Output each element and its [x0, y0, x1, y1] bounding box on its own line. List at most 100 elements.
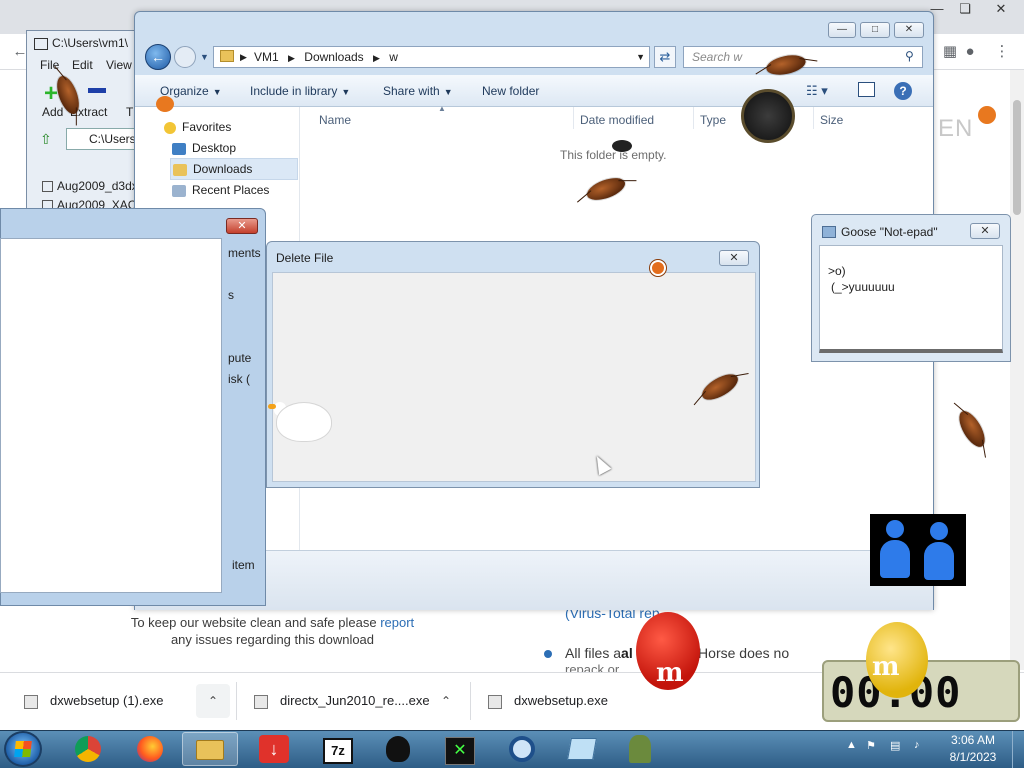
- delete-file-title: Delete File: [276, 251, 334, 265]
- 7zip-menu-view[interactable]: View: [106, 58, 132, 72]
- desktop-goose-icon: [276, 402, 332, 442]
- column-size[interactable]: Size: [820, 113, 843, 127]
- 7zip-add-button[interactable]: Add: [42, 105, 63, 119]
- 7zip-file-name: Aug2009_d3dx: [57, 179, 138, 193]
- organize-button[interactable]: Organize ▼: [160, 84, 222, 98]
- download-name: dxwebsetup (1).exe: [50, 693, 164, 708]
- explorer-maximize-button[interactable]: □: [860, 22, 890, 38]
- peek-text: item: [232, 558, 255, 572]
- explorer-minimize-button[interactable]: —: [828, 22, 856, 38]
- 7zip-file-row[interactable]: Aug2009_d3dx: [42, 179, 138, 193]
- forward-button[interactable]: [174, 46, 196, 68]
- report-link[interactable]: report: [380, 615, 414, 630]
- goose-notepad-close-button[interactable]: ✕: [970, 223, 1000, 239]
- breadcrumb-vm1[interactable]: VM1: [254, 50, 279, 64]
- download-options-chevron-icon[interactable]: ⌃: [196, 684, 230, 718]
- browser-menu-icon[interactable]: ⋮: [992, 42, 1012, 62]
- network-icon[interactable]: ▤: [890, 739, 900, 752]
- taskbar-search-app[interactable]: [494, 732, 550, 766]
- 7zip-title-text: C:\Users\vm1\: [52, 36, 129, 50]
- help-icon[interactable]: ?: [894, 82, 912, 100]
- notepad-icon: [822, 226, 836, 238]
- show-hidden-icons-chevron-icon[interactable]: ▲: [846, 739, 857, 751]
- breadcrumb-w[interactable]: w: [389, 50, 398, 64]
- download-name: dxwebsetup.exe: [514, 693, 608, 708]
- include-in-library-button[interactable]: Include in library ▼: [250, 84, 350, 98]
- extract-icon: [88, 88, 106, 93]
- profile-icon[interactable]: ●: [960, 42, 980, 62]
- up-folder-icon[interactable]: ⇧: [40, 131, 52, 148]
- view-options-icon[interactable]: ☷ ▾: [806, 83, 828, 99]
- peek-text: ments: [228, 246, 261, 260]
- magnifier-icon: [509, 736, 535, 762]
- goose-beak-icon: [268, 404, 276, 409]
- browser-close-button[interactable]: ✕: [984, 0, 1018, 18]
- extensions-icon[interactable]: ▦: [940, 42, 960, 62]
- column-type[interactable]: Type: [700, 113, 726, 127]
- search-icon[interactable]: ⚲: [905, 49, 919, 63]
- column-divider[interactable]: [693, 107, 694, 129]
- recent-pages-chevron-icon[interactable]: ▼: [200, 52, 209, 62]
- nav-recent-places[interactable]: Recent Places: [172, 183, 269, 197]
- clock-date[interactable]: 8/1/2023: [946, 750, 1000, 764]
- media-player-badge-icon: [741, 89, 795, 143]
- download-item[interactable]: dxwebsetup.exe: [488, 684, 608, 718]
- 7zip-test-button[interactable]: T: [126, 105, 133, 119]
- address-dropdown-chevron-icon[interactable]: ▼: [636, 47, 645, 67]
- folder-icon: [196, 740, 224, 760]
- page-scrollbar-thumb[interactable]: [1013, 100, 1021, 215]
- taskbar-downloader[interactable]: ↓: [246, 732, 302, 766]
- taskbar-badtz[interactable]: [370, 732, 426, 766]
- taskbar-yoda[interactable]: [612, 732, 668, 766]
- report-note-tail: any issues regarding this download: [170, 632, 375, 647]
- page-report-note: To keep our website clean and safe pleas…: [120, 614, 425, 648]
- back-button[interactable]: ←: [145, 44, 171, 70]
- nav-favorites[interactable]: Favorites: [164, 120, 231, 134]
- column-divider[interactable]: [573, 107, 574, 129]
- start-button[interactable]: [4, 731, 42, 767]
- crossed-sabers-icon: ✕: [445, 737, 475, 765]
- breadcrumb-separator-icon: ▶: [373, 53, 380, 63]
- column-divider[interactable]: [813, 107, 814, 129]
- preview-pane-icon[interactable]: [858, 82, 875, 97]
- column-name[interactable]: Name: [319, 113, 351, 127]
- taskbar-7zip[interactable]: 7z: [310, 732, 366, 766]
- breadcrumb-downloads[interactable]: Downloads: [304, 50, 363, 64]
- action-center-flag-icon[interactable]: ⚑: [866, 739, 876, 752]
- taskbar-chrome[interactable]: [60, 732, 116, 766]
- page-watermark: EN: [938, 115, 974, 142]
- list-bullet: [544, 650, 552, 658]
- 7zip-menu-edit[interactable]: Edit: [72, 58, 93, 72]
- goose-notepad-title: Goose "Not-epad": [841, 225, 938, 239]
- firefox-icon: [137, 736, 163, 762]
- sort-ascending-icon: ▲: [438, 104, 446, 113]
- taskbar-notepad[interactable]: [554, 732, 610, 766]
- taskbar-explorer[interactable]: [182, 732, 238, 766]
- explorer-close-button[interactable]: ✕: [894, 22, 924, 38]
- download-item[interactable]: directx_Jun2010_re....exe: [254, 684, 430, 718]
- file-icon: [42, 181, 53, 193]
- new-folder-button[interactable]: New folder: [482, 84, 539, 98]
- column-date-modified[interactable]: Date modified: [580, 113, 654, 127]
- download-options-chevron-icon[interactable]: ⌃: [429, 684, 463, 718]
- penguin-icon: [386, 736, 410, 762]
- address-bar[interactable]: ▶ VM1 ▶ Downloads ▶ w ▼: [213, 46, 650, 68]
- peek-text: s: [228, 288, 234, 302]
- browser-restore-button[interactable]: ❏: [948, 0, 982, 18]
- taskbar-firefox[interactable]: [122, 732, 178, 766]
- desktop-icon: [172, 142, 186, 155]
- blank-window-close-button[interactable]: ✕: [226, 218, 258, 234]
- refresh-button[interactable]: ⇄: [654, 46, 676, 68]
- nav-downloads[interactable]: Downloads: [170, 158, 298, 180]
- goose-notepad-text-area[interactable]: [819, 245, 1003, 353]
- volume-icon[interactable]: ♪: [914, 739, 920, 751]
- chrome-icon: [75, 736, 101, 762]
- share-with-button[interactable]: Share with ▼: [383, 84, 453, 98]
- clock-time[interactable]: 3:06 AM: [950, 733, 996, 747]
- download-item[interactable]: dxwebsetup (1).exe: [24, 684, 163, 718]
- delete-dialog-close-button[interactable]: ✕: [719, 250, 749, 266]
- nav-desktop[interactable]: Desktop: [172, 141, 236, 155]
- download-divider: [236, 682, 237, 720]
- taskbar-lightsaber[interactable]: ✕: [432, 732, 488, 766]
- show-desktop-button[interactable]: [1012, 731, 1024, 768]
